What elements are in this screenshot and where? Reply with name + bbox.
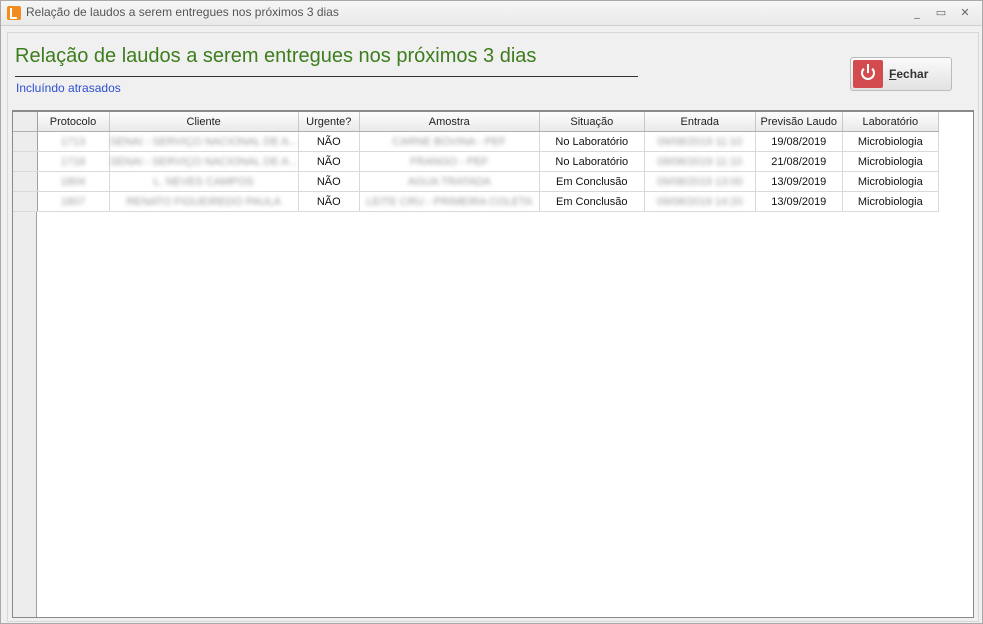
close-window-button[interactable]: ✕ [958,6,972,20]
table-row[interactable]: 1718 SENAI - SERVIÇO NACIONAL DE A... NÃ… [13,151,939,172]
content-panel: Relação de laudos a serem entregues nos … [7,32,979,622]
table-row[interactable]: 1804 L. NEVES CAMPOS NÃO AGUA TRATADA Em… [13,171,939,192]
row-indicator[interactable] [13,131,38,152]
title-bar[interactable]: Relação de laudos a serem entregues nos … [1,1,982,26]
header-indicator [13,112,38,132]
cell-amostra: AGUA TRATADA [359,171,540,192]
row-indicator[interactable] [13,151,38,172]
cell-situacao: No Laboratório [539,131,645,152]
minimize-button[interactable]: _ [910,6,924,20]
cell-entrada: 09/08/2019 14:20 [644,191,756,212]
cell-entrada: 09/08/2019 11:10 [644,131,756,152]
cell-protocolo: 1718 [37,151,110,172]
cell-laboratorio: Microbiologia [842,171,939,192]
table-header: Protocolo Cliente Urgente? Amostra Situa… [13,112,939,132]
cell-laboratorio: Microbiologia [842,151,939,172]
cell-urgente: NÃO [298,171,360,192]
cell-amostra: LEITE CRU - PRIMEIRA COLETA [359,191,540,212]
column-header[interactable]: Urgente? [298,112,360,132]
page-title: Relação de laudos a serem entregues nos … [15,45,537,67]
window-title: Relação de laudos a serem entregues nos … [26,5,339,19]
subtitle: Incluíndo atrasados [16,81,121,95]
cell-protocolo: 1804 [37,171,110,192]
column-header[interactable]: Amostra [359,112,540,132]
row-indicator[interactable] [13,191,38,212]
cell-urgente: NÃO [298,131,360,152]
cell-cliente: SENAI - SERVIÇO NACIONAL DE A... [109,151,299,172]
column-header[interactable]: Laboratório [842,112,939,132]
column-header[interactable]: Situação [539,112,645,132]
cell-urgente: NÃO [298,151,360,172]
cell-situacao: Em Conclusão [539,171,645,192]
fechar-button[interactable]: Fechar [850,57,952,91]
table-row[interactable]: 1713 SENAI - SERVIÇO NACIONAL DE A... NÃ… [13,131,939,152]
column-header[interactable]: Entrada [644,112,756,132]
results-table: Protocolo Cliente Urgente? Amostra Situa… [13,112,939,212]
table-row[interactable]: 1807 RENATO FIGUEIREDO PAULA NÃO LEITE C… [13,191,939,212]
cell-entrada: 09/08/2019 11:10 [644,151,756,172]
cell-previsao: 21/08/2019 [755,151,843,172]
cell-cliente: L. NEVES CAMPOS [109,171,299,192]
title-divider [15,76,638,77]
cell-amostra: FRANGO - PEF [359,151,540,172]
app-icon [7,6,21,20]
cell-previsao: 13/09/2019 [755,191,843,212]
maximize-button[interactable]: ▭ [934,6,948,20]
cell-entrada: 09/08/2019 13:00 [644,171,756,192]
row-indicator[interactable] [13,171,38,192]
cell-amostra: CARNE BOVINA - PEF [359,131,540,152]
column-header[interactable]: Protocolo [37,112,110,132]
cell-situacao: Em Conclusão [539,191,645,212]
cell-previsao: 13/09/2019 [755,171,843,192]
cell-cliente: SENAI - SERVIÇO NACIONAL DE A... [109,131,299,152]
cell-situacao: No Laboratório [539,151,645,172]
column-header[interactable]: Cliente [109,112,299,132]
results-grid[interactable]: Protocolo Cliente Urgente? Amostra Situa… [12,110,974,618]
column-header[interactable]: Previsão Laudo [755,112,843,132]
cell-urgente: NÃO [298,191,360,212]
power-icon [853,60,883,88]
cell-previsao: 19/08/2019 [755,131,843,152]
cell-laboratorio: Microbiologia [842,131,939,152]
fechar-label: Fechar [889,67,929,81]
main-window: Relação de laudos a serem entregues nos … [0,0,983,624]
cell-laboratorio: Microbiologia [842,191,939,212]
cell-protocolo: 1713 [37,131,110,152]
cell-protocolo: 1807 [37,191,110,212]
cell-cliente: RENATO FIGUEIREDO PAULA [109,191,299,212]
